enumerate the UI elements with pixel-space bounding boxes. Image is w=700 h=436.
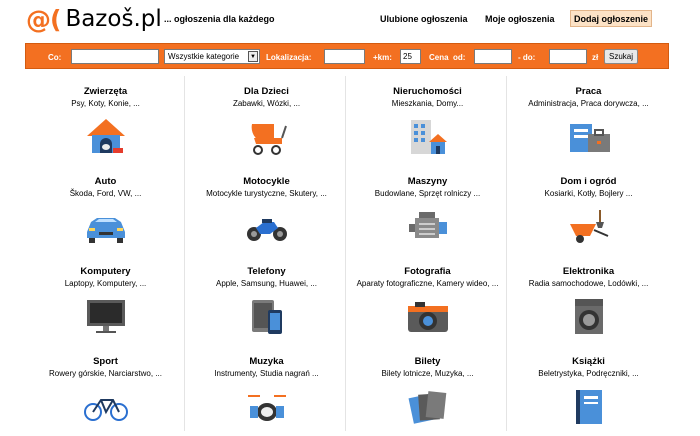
price-to-label: - do: [518,52,536,62]
briefcase-icon [569,124,610,152]
monitor-icon [86,300,125,333]
category-subtitle: Radia samochodowe, Lodówki, ... [528,279,649,288]
add-ad-button[interactable]: Dodaj ogłoszenie [570,10,652,27]
price-from-label: Cena od: [429,52,466,62]
category-maszyny[interactable]: Maszyny Budowlane, Sprzęt rolniczy ... [347,166,508,256]
search-button[interactable]: Szukaj [604,49,638,64]
category-komputery[interactable]: Komputery Laptopy, Komputery, ... [25,256,186,346]
category-title[interactable]: Praca [508,86,669,97]
category-subtitle: Rowery górskie, Narciarstwo, ... [49,369,162,378]
category-title[interactable]: Dom i ogród [508,176,669,187]
category-title[interactable]: Muzyka [186,356,347,367]
currency-label: zł [592,52,599,62]
price-to-input[interactable] [549,49,587,64]
category-select[interactable]: Wszystkie kategorie ▼ [164,49,260,64]
favorites-link[interactable]: Ulubione ogłoszenia [380,14,468,24]
km-input[interactable] [400,49,421,64]
tickets-icon [408,391,446,424]
category-motocykle[interactable]: Motocykle Motocykle turystyczne, Skutery… [186,166,347,256]
bicycle-icon [83,399,128,421]
category-dom-i-ogrod[interactable]: Dom i ogród Kosiarki, Kotły, Bojlery ... [508,166,669,256]
category-dla-dzieci[interactable]: Dla Dzieci Zabawki, Wózki, ... [186,76,347,166]
category-ksiazki[interactable]: Książki Beletrystyka, Podręczniki, ... [508,346,669,436]
category-subtitle: Laptopy, Komputery, ... [64,279,147,288]
category-auto[interactable]: Auto Škoda, Ford, VW, ... [25,166,186,256]
stroller-icon [251,124,287,155]
category-title[interactable]: Zwierzęta [25,86,186,97]
category-title[interactable]: Nieruchomości [347,86,508,97]
phone-icon [251,300,282,334]
dog-house-icon [86,119,125,153]
category-title[interactable]: Elektronika [508,266,669,277]
price-from-input[interactable] [474,49,512,64]
category-subtitle: Mieszkania, Domy... [391,99,464,108]
car-icon [86,218,125,243]
chevron-down-icon: ▼ [248,51,258,62]
search-input[interactable] [71,49,159,64]
category-sport[interactable]: Sport Rowery górskie, Narciarstwo, ... [25,346,186,436]
category-subtitle: Administracja, Praca dorywcza, ... [528,99,649,108]
category-nieruchomosci[interactable]: Nieruchomości Mieszkania, Domy... [347,76,508,166]
category-subtitle: Psy, Koty, Konie, ... [71,99,140,108]
category-zwierzeta[interactable]: Zwierzęta Psy, Koty, Konie, ... [25,76,186,166]
category-title[interactable]: Telefony [186,266,347,277]
my-ads-link[interactable]: Moje ogłoszenia [485,14,555,24]
category-subtitle: Budowlane, Sprzęt rolniczy ... [374,189,481,198]
tagline: ... ogłoszenia dla każdego [164,14,275,24]
logo-mark: @( [26,4,61,34]
category-elektronika[interactable]: Elektronika Radia samochodowe, Lodówki, … [508,256,669,346]
category-praca[interactable]: Praca Administracja, Praca dorywcza, ... [508,76,669,166]
category-subtitle: Bilety lotnicze, Muzyka, ... [381,369,474,378]
buildings-icon [410,120,447,154]
category-title[interactable]: Książki [508,356,669,367]
search-bar: Co: Wszystkie kategorie ▼ Lokalizacja: +… [25,43,669,69]
category-subtitle: Apple, Samsung, Huawei, ... [216,279,317,288]
category-title[interactable]: Bilety [347,356,508,367]
category-subtitle: Motocykle turystyczne, Skutery, ... [206,189,327,198]
co-label: Co: [48,52,62,62]
logo-name: Bazoš.pl [65,6,162,32]
category-title[interactable]: Maszyny [347,176,508,187]
category-title[interactable]: Auto [25,176,186,187]
category-subtitle: Beletrystyka, Podręczniki, ... [538,369,639,378]
header: @( Bazoš.pl ... ogłoszenia dla każdego U… [0,0,700,40]
motorcycle-icon [246,219,287,241]
category-subtitle: Aparaty fotograficzne, Kamery wideo, ... [356,279,499,288]
category-title[interactable]: Dla Dzieci [186,86,347,97]
logo[interactable]: @( Bazoš.pl [26,4,162,34]
category-subtitle: Zabawki, Wózki, ... [232,99,301,108]
engine-icon [408,212,447,238]
category-title[interactable]: Motocykle [186,176,347,187]
category-subtitle: Kosiarki, Kotły, Bojlery ... [544,189,633,198]
wheelbarrow-icon [569,210,608,243]
category-title[interactable]: Sport [25,356,186,367]
location-label: Lokalizacja: [266,52,312,62]
location-input[interactable] [324,49,365,64]
category-select-value: Wszystkie kategorie [168,52,240,61]
category-title[interactable]: Komputery [25,266,186,277]
category-subtitle: Instrumenty, Studia nagrań ... [214,369,319,378]
category-fotografia[interactable]: Fotografia Aparaty fotograficzne, Kamery… [347,256,508,346]
drums-icon [247,395,286,421]
camera-icon [407,302,448,332]
category-telefony[interactable]: Telefony Apple, Samsung, Huawei, ... [186,256,347,346]
category-subtitle: Škoda, Ford, VW, ... [69,189,142,198]
category-title[interactable]: Fotografia [347,266,508,277]
category-bilety[interactable]: Bilety Bilety lotnicze, Muzyka, ... [347,346,508,436]
washing-machine-icon [574,299,603,334]
km-label: +km: [373,52,392,62]
category-muzyka[interactable]: Muzyka Instrumenty, Studia nagrań ... [186,346,347,436]
book-icon [575,390,602,424]
